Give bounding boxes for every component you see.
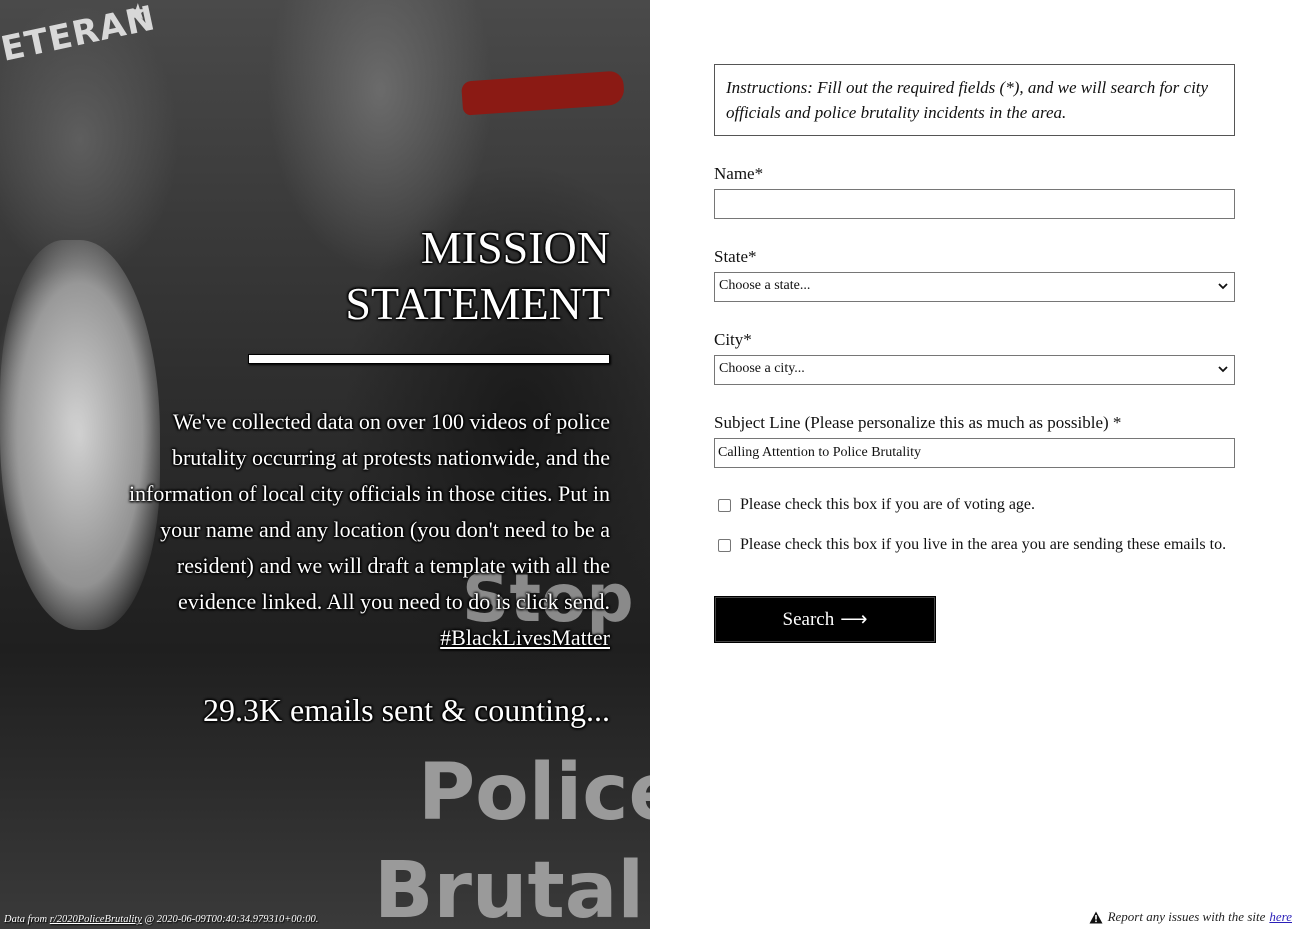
mission-body: We've collected data on over 100 videos … — [128, 409, 610, 614]
search-form: Instructions: Fill out the required fiel… — [714, 64, 1235, 643]
live-in-area-row: Please check this box if you live in the… — [714, 536, 1235, 554]
chevron-down-icon — [1218, 283, 1228, 290]
live-in-area-label: Please check this box if you live in the… — [740, 536, 1227, 553]
mission-title: MISSION STATEMENT — [110, 220, 610, 332]
voting-age-row: Please check this box if you are of voti… — [714, 496, 1235, 514]
mission-title-line2: STATEMENT — [345, 278, 610, 329]
voting-age-label: Please check this box if you are of voti… — [740, 496, 1036, 513]
background-sign-police: Police — [418, 748, 650, 838]
name-label: Name* — [714, 164, 764, 183]
state-select[interactable]: Choose a state... — [714, 272, 1235, 302]
report-here-link[interactable]: here — [1269, 909, 1292, 925]
hashtag-link[interactable]: #BlackLivesMatter — [110, 620, 610, 656]
instructions-box: Instructions: Fill out the required fiel… — [714, 64, 1235, 136]
source-link[interactable]: r/2020PoliceBrutality — [50, 914, 142, 925]
chevron-down-icon — [1218, 366, 1228, 373]
state-select-value: Choose a state... — [719, 278, 811, 293]
background-sign-brutality: Brutali — [374, 846, 650, 929]
city-select[interactable]: Choose a city... — [714, 355, 1235, 385]
subject-label: Subject Line (Please personalize this as… — [714, 413, 1122, 432]
name-input[interactable] — [714, 189, 1235, 219]
city-select-value: Choose a city... — [719, 361, 805, 376]
voting-age-checkbox[interactable] — [718, 498, 731, 512]
search-button[interactable]: Search ⟶ — [714, 596, 936, 643]
report-issues: Report any issues with the site here — [1089, 909, 1292, 925]
title-divider — [248, 354, 610, 364]
subject-input[interactable] — [714, 438, 1235, 468]
emails-sent-counter: 29.3K emails sent & counting... — [202, 692, 610, 728]
city-label: City* — [714, 330, 752, 349]
data-source-footer: Data from r/2020PoliceBrutality @ 2020-0… — [4, 914, 318, 925]
mission-statement: MISSION STATEMENT We've collected data o… — [110, 220, 610, 730]
footer-prefix: Data from — [4, 914, 48, 925]
mission-title-line1: MISSION — [420, 222, 610, 273]
live-in-area-checkbox[interactable] — [718, 538, 731, 552]
state-label: State* — [714, 247, 757, 266]
arrow-right-icon: ⟶ — [840, 609, 868, 630]
search-button-label: Search — [782, 608, 835, 630]
hero-panel: ★ ETERAN Stop Police Brutali MISSION STA… — [0, 0, 650, 929]
warning-icon — [1089, 911, 1103, 923]
report-text: Report any issues with the site — [1107, 909, 1266, 924]
footer-timestamp: @ 2020-06-09T00:40:34.979310+00:00. — [144, 914, 319, 925]
